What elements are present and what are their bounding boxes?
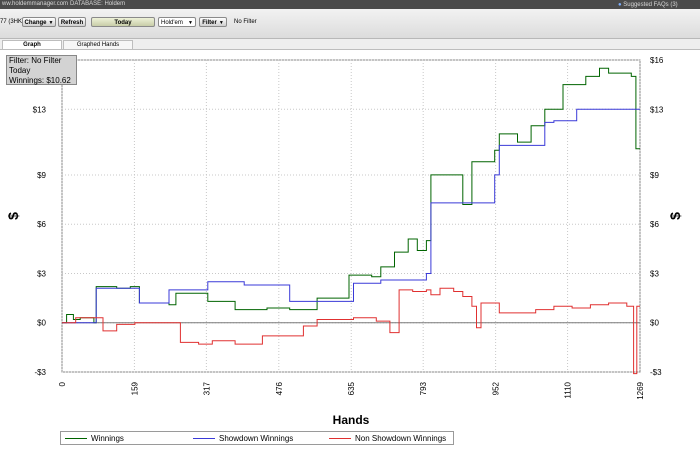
x-tick-label: 317 — [202, 381, 211, 395]
filter-status: No Filter — [234, 19, 257, 25]
today-button[interactable]: Today — [91, 17, 155, 27]
y-tick-label-left: $9 — [37, 171, 46, 180]
y-tick-label-left: $13 — [33, 105, 47, 114]
toolbar: 77 (3HK) Change ▼ Refresh Today Hold'em ▼ … — [0, 9, 700, 39]
refresh-button[interactable]: Refresh — [58, 17, 86, 27]
top-status-bar: ww.holdemmanager.com DATABASE: Holdem ● … — [0, 0, 700, 9]
x-tick-label: 952 — [492, 381, 501, 395]
winnings-total: Winnings: $10.62 — [9, 76, 71, 85]
y-tick-label-left: $0 — [37, 319, 46, 328]
filter-info-date: Today — [9, 66, 31, 75]
game-select[interactable]: Hold'em ▼ — [158, 17, 196, 27]
y-tick-label-left: $3 — [37, 269, 46, 278]
filter-button[interactable]: Filter ▼ — [199, 17, 227, 27]
y-tick-label-right: -$3 — [650, 368, 662, 377]
change-button[interactable]: Change ▼ — [22, 17, 56, 27]
faq-icon: ● — [618, 2, 622, 8]
legend-item-non-showdown: Non Showdown Winnings — [329, 434, 446, 443]
filter-info-box: Filter: No Filter Today Winnings: $10.62 — [6, 55, 77, 85]
y-tick-label-right: $3 — [650, 269, 659, 278]
tab-graph[interactable]: Graph — [2, 40, 62, 49]
site-url: ww.holdemmanager.com — [2, 1, 69, 7]
y-tick-label-right: $16 — [650, 56, 664, 65]
legend-swatch — [329, 438, 351, 440]
x-tick-label: 0 — [58, 381, 67, 386]
legend-swatch — [193, 438, 215, 440]
x-tick-label: 635 — [347, 381, 356, 395]
x-tick-label: 1110 — [564, 381, 573, 398]
chevron-down-icon: ▼ — [188, 20, 193, 26]
y-tick-label-right: $13 — [650, 105, 664, 114]
chevron-down-icon: ▼ — [48, 20, 54, 26]
x-tick-label: 476 — [275, 381, 284, 395]
y-tick-label-left: -$3 — [34, 368, 46, 377]
y-axis-title-right: $ — [667, 212, 683, 220]
legend-item-showdown: Showdown Winnings — [193, 434, 293, 443]
winnings-graph: -$3-$3$0$0$3$3$6$6$9$9$13$13$16$16015931… — [5, 56, 683, 427]
chart-legend: Winnings Showdown Winnings Non Showdown … — [60, 431, 454, 445]
legend-swatch — [65, 438, 87, 440]
x-axis-title: Hands — [333, 413, 370, 427]
database-label: DATABASE: Holdem — [70, 1, 126, 7]
filter-info-line: Filter: No Filter — [9, 56, 62, 65]
faq-link[interactable]: ● Suggested FAQs (3) — [618, 1, 678, 8]
x-tick-label: 793 — [419, 381, 428, 395]
y-tick-label-right: $6 — [650, 220, 659, 229]
y-tick-label-right: $9 — [650, 171, 659, 180]
chevron-down-icon: ▼ — [218, 20, 224, 26]
y-axis-title-left: $ — [5, 212, 21, 220]
x-tick-label: 1269 — [636, 381, 645, 399]
tab-bar: Graph Graphed Hands — [0, 39, 700, 50]
legend-item-winnings: Winnings — [65, 434, 124, 443]
x-tick-label: 159 — [130, 381, 139, 395]
tab-graphed-hands[interactable]: Graphed Hands — [63, 40, 133, 49]
y-tick-label-right: $0 — [650, 319, 659, 328]
player-label: 77 (3HK) — [0, 19, 25, 25]
y-tick-label-left: $6 — [37, 220, 46, 229]
